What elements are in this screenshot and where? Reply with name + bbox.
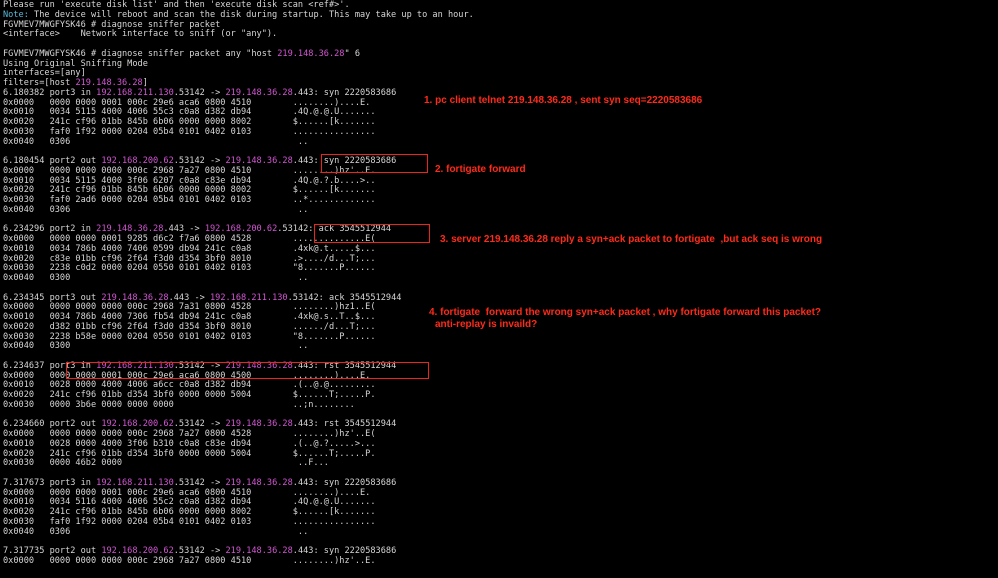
terminal-text: Using Original Sniffing Mode — [3, 58, 148, 69]
terminal-text: filters=[host — [3, 78, 76, 88]
ip-address: 219.148.36.28 — [101, 292, 169, 303]
terminal-line: 0x0040 0306 .. — [3, 136, 993, 148]
ip-address: 192.168.200.62 — [101, 156, 174, 166]
terminal-text: 0x0000 0000 0000 0000 000c 2968 7a27 080… — [3, 165, 376, 176]
terminal-text: .443: syn 2220583686 — [292, 546, 397, 556]
terminal-text: 0x0040 0306 .. — [3, 526, 309, 537]
terminal-text: 0x0020 c83e 01bb cf96 2f64 f3d0 d354 3bf… — [3, 253, 376, 264]
terminal-line: 0x0040 0306 .. — [3, 526, 993, 538]
terminal-line: FGVMEV7MWGFYSK46 # diagnose sniffer pack… — [3, 48, 993, 60]
annotation-4-line1: 4. fortigate forward the wrong syn+ack p… — [429, 307, 822, 318]
terminal-text: Please run 'execute disk list' and then … — [3, 0, 350, 10]
terminal-text: " 6 — [344, 48, 361, 59]
terminal-text: 0x0030 faf0 2ad6 0000 0204 05b4 0101 040… — [3, 195, 376, 205]
terminal-text: 6.180454 port2 out — [3, 156, 102, 166]
terminal-text: 0x0020 241c cf96 01bb d354 3bf0 0000 000… — [3, 448, 376, 459]
highlight-box-syn — [321, 154, 428, 173]
terminal-text: 0x0030 0000 46b2 0000 ..F... — [3, 458, 329, 469]
terminal-text: 0x0040 0300 .. — [3, 341, 309, 352]
terminal-text: .443 -> — [163, 224, 205, 235]
terminal-text: 0x0000 0000 0000 0001 000c 29e6 aca6 080… — [3, 487, 371, 498]
terminal-text: 0x0040 0300 .. — [3, 273, 309, 283]
ip-address: 219.148.36.28 — [96, 224, 164, 235]
terminal-text: 0x0030 2238 b58e 0000 0204 0550 0101 040… — [3, 331, 376, 342]
annotation-2: 2. fortigate forward — [435, 164, 526, 175]
terminal-text: 0x0030 0000 3b6e 0000 0000 0000 ..;n....… — [3, 399, 355, 410]
terminal-output: Please run 'execute disk list' and then … — [3, 0, 993, 567]
terminal-text: 0x0000 0000 0000 0001 000c 29e6 aca6 080… — [3, 97, 371, 108]
terminal-text: 6.180382 port3 in — [3, 87, 97, 98]
terminal-line: interfaces=[any] — [3, 68, 993, 79]
terminal-text: 7.317735 port2 out — [3, 546, 102, 556]
highlight-box-rst — [66, 362, 429, 379]
terminal-text: 0x0020 d382 01bb cf96 2f64 f3d0 d354 3bf… — [3, 321, 376, 332]
ip-address: 219.148.36.28 — [225, 477, 293, 488]
terminal-text: 0x0000 0000 0000 0000 000c 2968 7a27 080… — [3, 555, 376, 566]
terminal-line: 0x0000 0000 0000 0000 000c 2968 7a27 080… — [3, 555, 993, 567]
terminal-text: .443 -> — [168, 292, 210, 303]
terminal-text: 0x0020 241c cf96 01bb 845b 6b06 0000 000… — [3, 117, 376, 127]
terminal-text: 6.234660 port2 out — [3, 419, 102, 430]
terminal-text: .53142: ack 3545512944 — [287, 292, 402, 303]
terminal-text: 0x0010 0028 0000 4000 4006 a6cc c0a8 d38… — [3, 380, 376, 391]
ip-address: 192.168.211.130 — [96, 87, 174, 98]
ip-address: 192.168.211.130 — [96, 477, 174, 488]
terminal-text: .53142 -> — [173, 419, 226, 430]
terminal-line: <interface> Network interface to sniff (… — [3, 29, 993, 40]
terminal-text: .53142 -> — [173, 477, 226, 488]
terminal-text: 0x0010 0034 786b 4000 7306 fb54 db94 241… — [3, 312, 376, 322]
terminal-text: <interface> Network interface to sniff (… — [3, 29, 278, 40]
terminal-text: 0x0020 241c cf96 01bb 845b 6b06 0000 000… — [3, 185, 376, 196]
terminal-text: interfaces=[any] — [3, 68, 86, 79]
terminal-text: 0x0020 241c cf96 01bb d354 3bf0 0000 000… — [3, 390, 376, 400]
ip-address: 219.148.36.28 — [225, 546, 293, 556]
highlight-box-ack — [314, 224, 430, 243]
note-label: Note: — [3, 9, 29, 20]
terminal-text: .53142 -> — [173, 156, 226, 166]
ip-address: 219.148.36.28 — [225, 156, 293, 166]
terminal-text: 0x0030 faf0 1f92 0000 0204 05b4 0101 040… — [3, 126, 376, 137]
terminal-text: The device will reboot and scan the disk… — [28, 9, 474, 20]
terminal-line: 0x0040 0306 .. — [3, 204, 993, 216]
terminal-text: 0x0010 0034 5115 4000 3f06 6207 c0a8 c83… — [3, 175, 376, 186]
terminal-text: 0x0000 0000 0000 0000 000c 2968 7a27 080… — [3, 429, 376, 439]
terminal-text: 0x0000 0000 0000 0000 000c 2968 7a31 080… — [3, 302, 376, 313]
terminal-line: Using Original Sniffing Mode — [3, 58, 993, 70]
ip-address: 219.148.36.28 — [225, 419, 293, 430]
ip-address: 219.148.36.28 — [75, 78, 143, 88]
terminal-text: 0x0010 0034 786b 4000 7406 0599 db94 241… — [3, 243, 376, 254]
annotation-1: 1. pc client telnet 219.148.36.28 , sent… — [424, 95, 703, 106]
terminal-text: .443: syn 2220583686 — [292, 87, 397, 98]
ip-address: 219.148.36.28 — [277, 48, 345, 59]
ip-address: 192.168.211.130 — [209, 292, 288, 303]
ip-address: 192.168.200.62 — [204, 224, 278, 235]
terminal-text: .443: syn 2220583686 — [292, 477, 397, 488]
annotation-4-line2: anti-replay is invaild? — [435, 319, 538, 330]
terminal-text: .53142 -> — [173, 546, 226, 556]
terminal-text: 0x0030 faf0 1f92 0000 0204 05b4 0101 040… — [3, 516, 376, 527]
terminal-text: ] — [142, 78, 148, 88]
terminal-text: 7.317673 port3 in — [3, 477, 97, 488]
terminal-text: 0x0030 2238 c0d2 0000 0204 0550 0101 040… — [3, 263, 376, 274]
terminal-text: .53142 -> — [173, 87, 226, 98]
terminal-line: 0x0040 0300 .. — [3, 341, 993, 352]
terminal-text: 0x0010 0034 5115 4000 4006 55c3 c0a8 d38… — [3, 107, 376, 118]
terminal-text: 0x0010 0034 5116 4000 4006 55c2 c0a8 d38… — [3, 497, 376, 508]
terminal-text: 0x0020 241c cf96 01bb 845b 6b06 0000 000… — [3, 507, 376, 517]
ip-address: 192.168.200.62 — [101, 419, 174, 430]
terminal-text: 6.234296 port2 in — [3, 224, 97, 235]
terminal-text: FGVMEV7MWGFYSK46 # diagnose sniffer pack… — [3, 48, 278, 59]
terminal-text: 0x0040 0306 .. — [3, 204, 309, 215]
annotation-3: 3. server 219.148.36.28 reply a syn+ack … — [440, 234, 823, 245]
terminal-text: FGVMEV7MWGFYSK46 # diagnose sniffer pack… — [3, 19, 221, 30]
terminal-text: 0x0040 0306 .. — [3, 136, 309, 147]
terminal-line: 0x0040 0300 .. — [3, 273, 993, 284]
terminal-line: 0x0030 0000 46b2 0000 ..F... — [3, 458, 993, 469]
ip-address: 219.148.36.28 — [225, 87, 293, 98]
terminal-text: 0x0010 0028 0000 4000 3f06 b310 c0a8 c83… — [3, 438, 376, 449]
terminal-text: 6.234345 port3 out — [3, 292, 102, 303]
ip-address: 192.168.200.62 — [101, 546, 174, 556]
terminal-line: 0x0030 0000 3b6e 0000 0000 0000 ..;n....… — [3, 399, 993, 411]
terminal-text: .443: rst 3545512944 — [292, 419, 397, 430]
